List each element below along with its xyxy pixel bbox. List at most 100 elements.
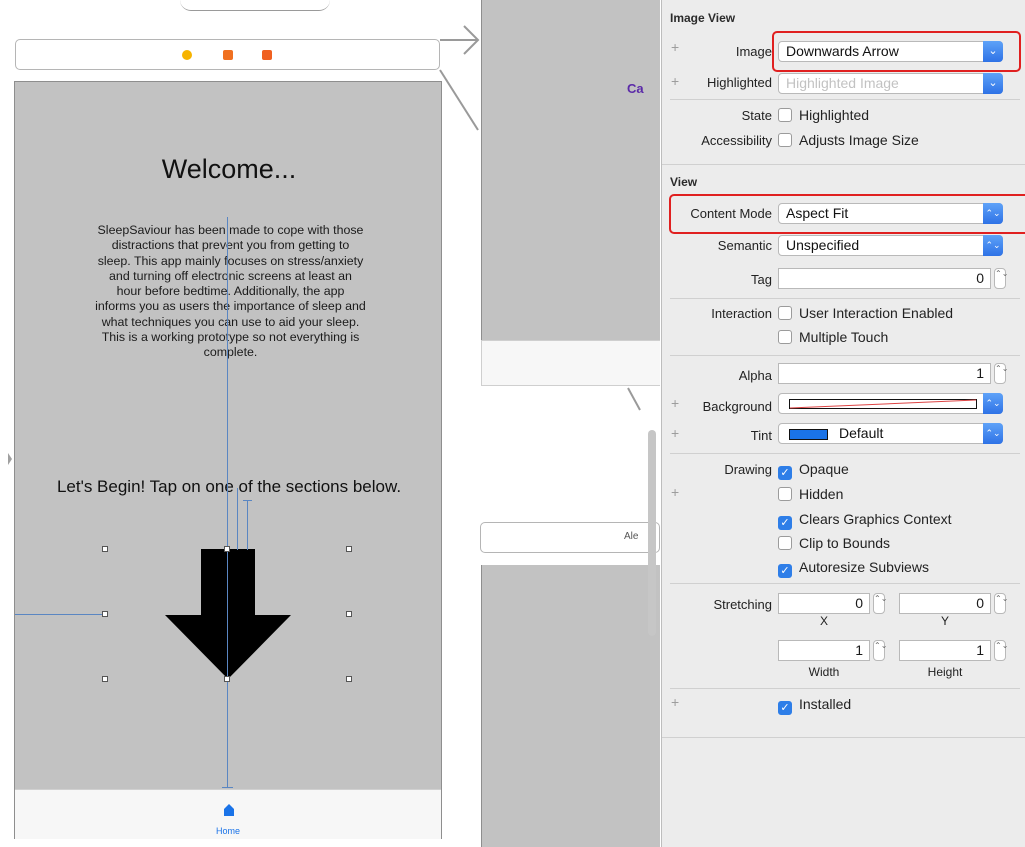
divider	[670, 355, 1020, 356]
image-view-header: Image View	[670, 11, 736, 25]
resize-handle-right[interactable]	[346, 611, 352, 617]
hidden-checkbox[interactable]: Hidden	[778, 486, 843, 502]
height-caption: Height	[927, 665, 963, 679]
resize-handle-bottom-left[interactable]	[102, 676, 108, 682]
adjusts-image-size-checkbox[interactable]: Adjusts Image Size	[778, 132, 919, 148]
alpha-stepper[interactable]: ⌃⌄	[994, 363, 1008, 384]
tag-field[interactable]: 0	[778, 268, 991, 289]
background-label: Background	[702, 399, 772, 414]
clip-to-bounds-checkbox[interactable]: Clip to Bounds	[778, 535, 890, 551]
welcome-label[interactable]: Welcome...	[15, 154, 443, 185]
canvas-scrollbar[interactable]	[648, 430, 656, 636]
intro-text-label[interactable]: SleepSaviour has been made to cope with …	[95, 223, 366, 361]
section-divider	[662, 164, 1025, 165]
stretch-width-field[interactable]: 1	[778, 640, 870, 661]
checkbox-icon	[778, 133, 792, 147]
background-color-popup[interactable]: ⌃⌄	[778, 393, 1003, 414]
tag-stepper[interactable]: ⌃⌄	[994, 268, 1008, 289]
resize-handle-top-left[interactable]	[102, 546, 108, 552]
clears-graphics-context-checkbox[interactable]: ✓ Clears Graphics Context	[778, 511, 952, 530]
first-responder-icon[interactable]	[223, 50, 233, 60]
multiple-touch-checkbox[interactable]: Multiple Touch	[778, 329, 888, 345]
section-divider	[662, 737, 1025, 738]
tint-value: Default	[839, 425, 884, 441]
width-caption: Width	[808, 665, 840, 679]
resize-handle-top-right[interactable]	[346, 546, 352, 552]
chevron-updown-icon: ⌃⌄	[983, 235, 1003, 256]
semantic-popup[interactable]: Unspecified ⌃⌄	[778, 235, 1003, 256]
stretch-x-stepper[interactable]: ⌃⌄	[873, 593, 887, 614]
clear-color-swatch	[789, 399, 977, 409]
resize-handle-bottom-right[interactable]	[346, 676, 352, 682]
highlighted-image-placeholder: Highlighted Image	[786, 75, 899, 91]
semantic-label: Semantic	[717, 238, 772, 253]
chevron-updown-icon: ⌃⌄	[983, 393, 1003, 414]
alpha-field[interactable]: 1	[778, 363, 991, 384]
image-label: Image	[735, 44, 772, 59]
tint-color-swatch	[789, 429, 828, 440]
chevron-updown-icon: ⌃⌄	[983, 423, 1003, 444]
third-scene[interactable]	[481, 565, 660, 847]
user-interaction-checkbox[interactable]: User Interaction Enabled	[778, 305, 953, 321]
divider	[670, 688, 1020, 689]
drawing-label: Drawing	[724, 462, 772, 477]
clears-graphics-label: Clears Graphics Context	[799, 511, 952, 527]
scene-dock-bar[interactable]	[15, 39, 440, 70]
stretch-height-stepper[interactable]: ⌃⌄	[994, 640, 1008, 661]
checkbox-checked-icon: ✓	[778, 516, 792, 530]
adjusts-image-size-label: Adjusts Image Size	[799, 132, 919, 148]
resize-handle-top[interactable]	[224, 546, 230, 552]
checkbox-checked-icon: ✓	[778, 564, 792, 578]
tab-home-label[interactable]: Home	[15, 826, 441, 836]
accessibility-label: Accessibility	[701, 133, 772, 148]
stretch-y-field[interactable]: 0	[899, 593, 991, 614]
user-interaction-label: User Interaction Enabled	[799, 305, 954, 321]
begin-label[interactable]: Let's Begin! Tap on one of the sections …	[15, 477, 443, 497]
divider	[670, 298, 1020, 299]
stretch-y-stepper[interactable]: ⌃⌄	[994, 593, 1008, 614]
view-header: View	[670, 175, 698, 189]
home-tab-icon[interactable]	[224, 804, 234, 816]
opaque-checkbox[interactable]: ✓ Opaque	[778, 461, 849, 480]
downwards-arrow-image[interactable]	[165, 549, 291, 679]
clip-to-bounds-label: Clip to Bounds	[799, 535, 891, 551]
storyboard-canvas[interactable]: Welcome... SleepSaviour has been made to…	[0, 0, 660, 847]
stretch-width-stepper[interactable]: ⌃⌄	[873, 640, 887, 661]
second-scene-tab-bar[interactable]	[481, 340, 660, 386]
highlighted-checkbox[interactable]: Highlighted	[778, 107, 869, 123]
checkbox-icon	[778, 536, 792, 550]
resize-handle-bottom[interactable]	[224, 676, 230, 682]
center-x-constraint[interactable]	[227, 217, 228, 788]
tint-color-popup[interactable]: Default ⌃⌄	[778, 423, 1003, 444]
hidden-label: Hidden	[799, 486, 844, 502]
view-controller-scene[interactable]: Welcome... SleepSaviour has been made to…	[14, 81, 442, 839]
divider	[670, 99, 1020, 100]
view-controller-icon[interactable]	[182, 50, 192, 60]
autoresize-subviews-checkbox[interactable]: ✓ Autoresize Subviews	[778, 559, 929, 578]
highlighted-label: Highlighted	[706, 75, 772, 90]
add-variation-installed-button[interactable]: +	[671, 694, 679, 710]
stretch-x-field[interactable]: 0	[778, 593, 870, 614]
highlighted-image-popup[interactable]: Highlighted Image ⌄	[778, 73, 1003, 94]
semantic-value: Unspecified	[786, 237, 860, 253]
chevron-down-icon: ⌄	[983, 73, 1003, 94]
tab-bar[interactable]: Home	[15, 789, 441, 839]
leading-constraint[interactable]	[15, 614, 105, 615]
stretch-height-field[interactable]: 1	[899, 640, 991, 661]
top-constraint-b[interactable]	[247, 500, 248, 550]
third-scene-title: Ale	[624, 531, 639, 542]
checkbox-icon	[778, 487, 792, 501]
stretching-label: Stretching	[713, 597, 772, 612]
top-constraint-a[interactable]	[237, 488, 238, 550]
divider	[670, 583, 1020, 584]
exit-icon[interactable]	[262, 50, 272, 60]
installed-checkbox[interactable]: ✓ Installed	[778, 696, 851, 715]
checkbox-checked-icon: ✓	[778, 466, 792, 480]
autoresize-label: Autoresize Subviews	[799, 559, 929, 575]
second-scene[interactable]: Ca	[481, 0, 660, 340]
opaque-label: Opaque	[799, 461, 849, 477]
resize-handle-left[interactable]	[102, 611, 108, 617]
third-scene-dock-bar[interactable]: Ale	[480, 522, 660, 553]
add-variation-hidden-button[interactable]: +	[671, 484, 679, 500]
state-label: State	[741, 108, 772, 123]
